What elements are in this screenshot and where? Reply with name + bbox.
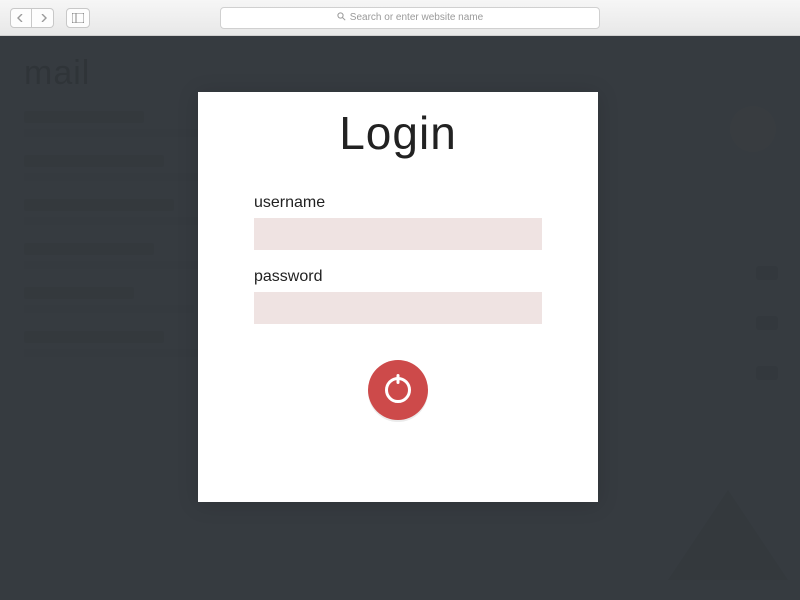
password-input[interactable]: [254, 292, 542, 324]
username-label: username: [254, 194, 542, 212]
power-icon: [385, 377, 411, 403]
forward-button[interactable]: [32, 8, 54, 28]
url-placeholder: Search or enter website name: [350, 12, 483, 23]
username-field: username: [254, 194, 542, 250]
login-modal: Login username password: [198, 92, 598, 502]
login-title: Login: [339, 106, 457, 160]
url-bar[interactable]: Search or enter website name: [220, 7, 600, 29]
browser-toolbar: Search or enter website name: [0, 0, 800, 36]
password-label: password: [254, 268, 542, 286]
search-icon: [337, 12, 346, 24]
back-button[interactable]: [10, 8, 32, 28]
username-input[interactable]: [254, 218, 542, 250]
sidebar-toggle-button[interactable]: [66, 8, 90, 28]
password-field: password: [254, 268, 542, 324]
login-submit-button[interactable]: [368, 360, 428, 420]
page-viewport: mail Login username password: [0, 36, 800, 600]
nav-buttons: [10, 8, 54, 28]
